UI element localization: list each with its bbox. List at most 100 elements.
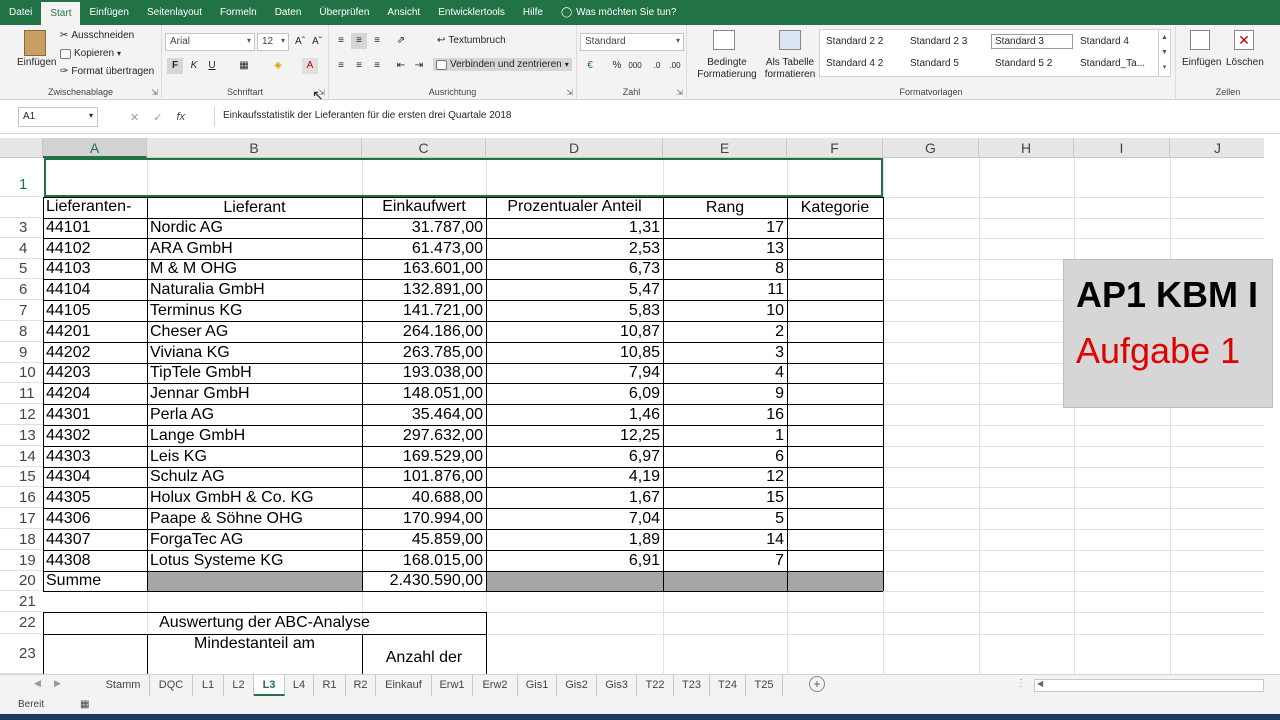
cell-supplier-nr[interactable]: 44204 <box>43 383 147 404</box>
cell-supplier-name[interactable]: Naturalia GmbH <box>147 279 362 300</box>
cell-category[interactable] <box>787 467 883 487</box>
cell-purchase-value[interactable]: 31.787,00 <box>362 218 486 238</box>
cell-supplier-name[interactable]: Lotus Systeme KG <box>147 550 362 571</box>
style-standard-4[interactable]: Standard 4 <box>1080 36 1129 47</box>
cell-rank[interactable]: 1 <box>663 425 787 446</box>
sheet-tab-l4[interactable]: L4 <box>285 675 314 696</box>
column-header-i[interactable]: I <box>1074 138 1170 158</box>
cell-supplier-nr[interactable]: 44202 <box>43 342 147 363</box>
tell-me-box[interactable]: ◯ Was möchten Sie tun? <box>552 0 685 25</box>
row-header-3[interactable]: 3 <box>0 218 43 238</box>
column-header-h[interactable]: H <box>979 138 1074 158</box>
underline-button[interactable]: U <box>204 58 220 74</box>
tab-ueberpruefen[interactable]: Überprüfen <box>310 0 378 25</box>
row-header-15[interactable]: 15 <box>0 467 43 487</box>
row-header-12[interactable]: 12 <box>0 404 43 425</box>
row-header-13[interactable]: 13 <box>0 425 43 446</box>
cell-supplier-name[interactable]: M & M OHG <box>147 259 362 279</box>
sheet-tab-gis3[interactable]: Gis3 <box>597 675 637 696</box>
column-header-j[interactable]: J <box>1170 138 1264 158</box>
fill-color-icon[interactable]: ◈ <box>270 58 286 74</box>
dialog-launcher-icon[interactable]: ⇲ <box>676 88 683 97</box>
header-einkaufwert[interactable]: Einkaufwertin EUR <box>362 197 486 218</box>
tab-hilfe[interactable]: Hilfe <box>514 0 552 25</box>
cell-rank[interactable]: 3 <box>663 342 787 363</box>
style-standard-2-2[interactable]: Standard 2 2 <box>826 36 883 47</box>
sheet-tab-gis2[interactable]: Gis2 <box>557 675 597 696</box>
tab-seitenlayout[interactable]: Seitenlayout <box>138 0 211 25</box>
borders-icon[interactable]: ▦ <box>236 58 252 74</box>
cell-rank[interactable]: 14 <box>663 529 787 550</box>
add-sheet-icon[interactable]: + <box>809 676 825 692</box>
row-header-7[interactable]: 7 <box>0 300 43 321</box>
cell-supplier-nr[interactable]: 44104 <box>43 279 147 300</box>
decrease-indent-icon[interactable]: ⇤ <box>393 58 409 74</box>
cell-supplier-name[interactable]: Viviana KG <box>147 342 362 363</box>
font-color-icon[interactable]: A <box>302 58 318 74</box>
prev-sheet-icon[interactable]: ◀ <box>34 678 41 689</box>
sheet-tab-dqc[interactable]: DQC <box>150 675 193 696</box>
select-all-corner[interactable] <box>0 138 43 158</box>
cell-rank[interactable]: 9 <box>663 383 787 404</box>
cell-category[interactable] <box>787 363 883 383</box>
tab-einfuegen[interactable]: Einfügen <box>80 0 137 25</box>
cell-percent-share[interactable]: 6,09 <box>486 383 663 404</box>
header-kategorie[interactable]: Kategorie <box>787 197 883 218</box>
cell-supplier-nr[interactable]: 44103 <box>43 259 147 279</box>
row-header-2[interactable]: 2 <box>0 197 43 233</box>
cancel-icon[interactable]: ✕ <box>130 111 139 124</box>
copy-button[interactable]: Kopieren ▾ <box>60 48 121 59</box>
sheet-tab-l3[interactable]: L3 <box>254 675 285 696</box>
cell-rank[interactable]: 17 <box>663 218 787 238</box>
selected-cell-a1[interactable] <box>44 158 883 197</box>
cell-percent-share[interactable]: 5,83 <box>486 300 663 321</box>
dialog-launcher-icon[interactable]: ⇲ <box>151 88 158 97</box>
cell-supplier-nr[interactable]: 44304 <box>43 467 147 487</box>
bold-button[interactable]: F <box>167 58 183 74</box>
sheet-tab-r1[interactable]: R1 <box>314 675 346 696</box>
sheet-tab-stamm[interactable]: Stamm <box>97 675 150 696</box>
tab-start[interactable]: Start <box>41 2 81 25</box>
confirm-icon[interactable]: ✓ <box>153 111 162 124</box>
cell-purchase-value[interactable]: 35.464,00 <box>362 404 486 425</box>
cell-supplier-nr[interactable]: 44101 <box>43 218 147 238</box>
conditional-formatting-button[interactable]: Bedingte Formatierung <box>692 57 762 81</box>
cell-purchase-value[interactable]: 148.051,00 <box>362 383 486 404</box>
row-header-11[interactable]: 11 <box>0 383 43 404</box>
cell-supplier-nr[interactable]: 44201 <box>43 321 147 342</box>
header-prozentualer-anteil[interactable]: Prozentualer Anteilam Gesamteinkaufswert <box>486 197 663 218</box>
wrap-text-button[interactable]: ↩ Textumbruch <box>437 35 506 46</box>
increase-decimal-icon[interactable]: .0 <box>649 58 665 74</box>
cell-percent-share[interactable]: 7,04 <box>486 508 663 529</box>
cell-percent-share[interactable]: 7,94 <box>486 363 663 383</box>
sheet-tab-t25[interactable]: T25 <box>746 675 783 696</box>
cell-category[interactable] <box>787 300 883 321</box>
decrease-decimal-icon[interactable]: .00 <box>667 58 683 74</box>
cell-supplier-name[interactable]: ForgaTec AG <box>147 529 362 550</box>
cell-supplier-name[interactable]: ARA GmbH <box>147 238 362 259</box>
style-standard-4-2[interactable]: Standard 4 2 <box>826 58 883 69</box>
cell-rank[interactable]: 7 <box>663 550 787 571</box>
cell-rank[interactable]: 12 <box>663 467 787 487</box>
cell-purchase-value[interactable]: 168.015,00 <box>362 550 486 571</box>
align-top-icon[interactable]: ≡ <box>333 33 349 49</box>
cell-percent-share[interactable]: 6,91 <box>486 550 663 571</box>
cell-rank[interactable]: 5 <box>663 508 787 529</box>
cell-purchase-value[interactable]: 141.721,00 <box>362 300 486 321</box>
cell-sum-value[interactable]: 2.430.590,00 <box>362 571 486 591</box>
row-header-5[interactable]: 5 <box>0 259 43 279</box>
column-header-c[interactable]: C <box>362 138 486 158</box>
cell-supplier-nr[interactable]: 44301 <box>43 404 147 425</box>
cell-supplier-name[interactable]: Jennar GmbH <box>147 383 362 404</box>
row-header-8[interactable]: 8 <box>0 321 43 342</box>
cell-sum-label[interactable]: Summe <box>43 571 147 591</box>
cell-purchase-value[interactable]: 163.601,00 <box>362 259 486 279</box>
style-standard-2-3[interactable]: Standard 2 3 <box>910 36 967 47</box>
row-header-6[interactable]: 6 <box>0 279 43 300</box>
cell-category[interactable] <box>787 404 883 425</box>
sheet-tab-t24[interactable]: T24 <box>710 675 746 696</box>
cell-percent-share[interactable]: 4,19 <box>486 467 663 487</box>
header-lieferant[interactable]: Lieferant <box>147 197 362 218</box>
align-bottom-icon[interactable]: ≡ <box>369 33 385 49</box>
cell-percent-share[interactable]: 10,85 <box>486 342 663 363</box>
